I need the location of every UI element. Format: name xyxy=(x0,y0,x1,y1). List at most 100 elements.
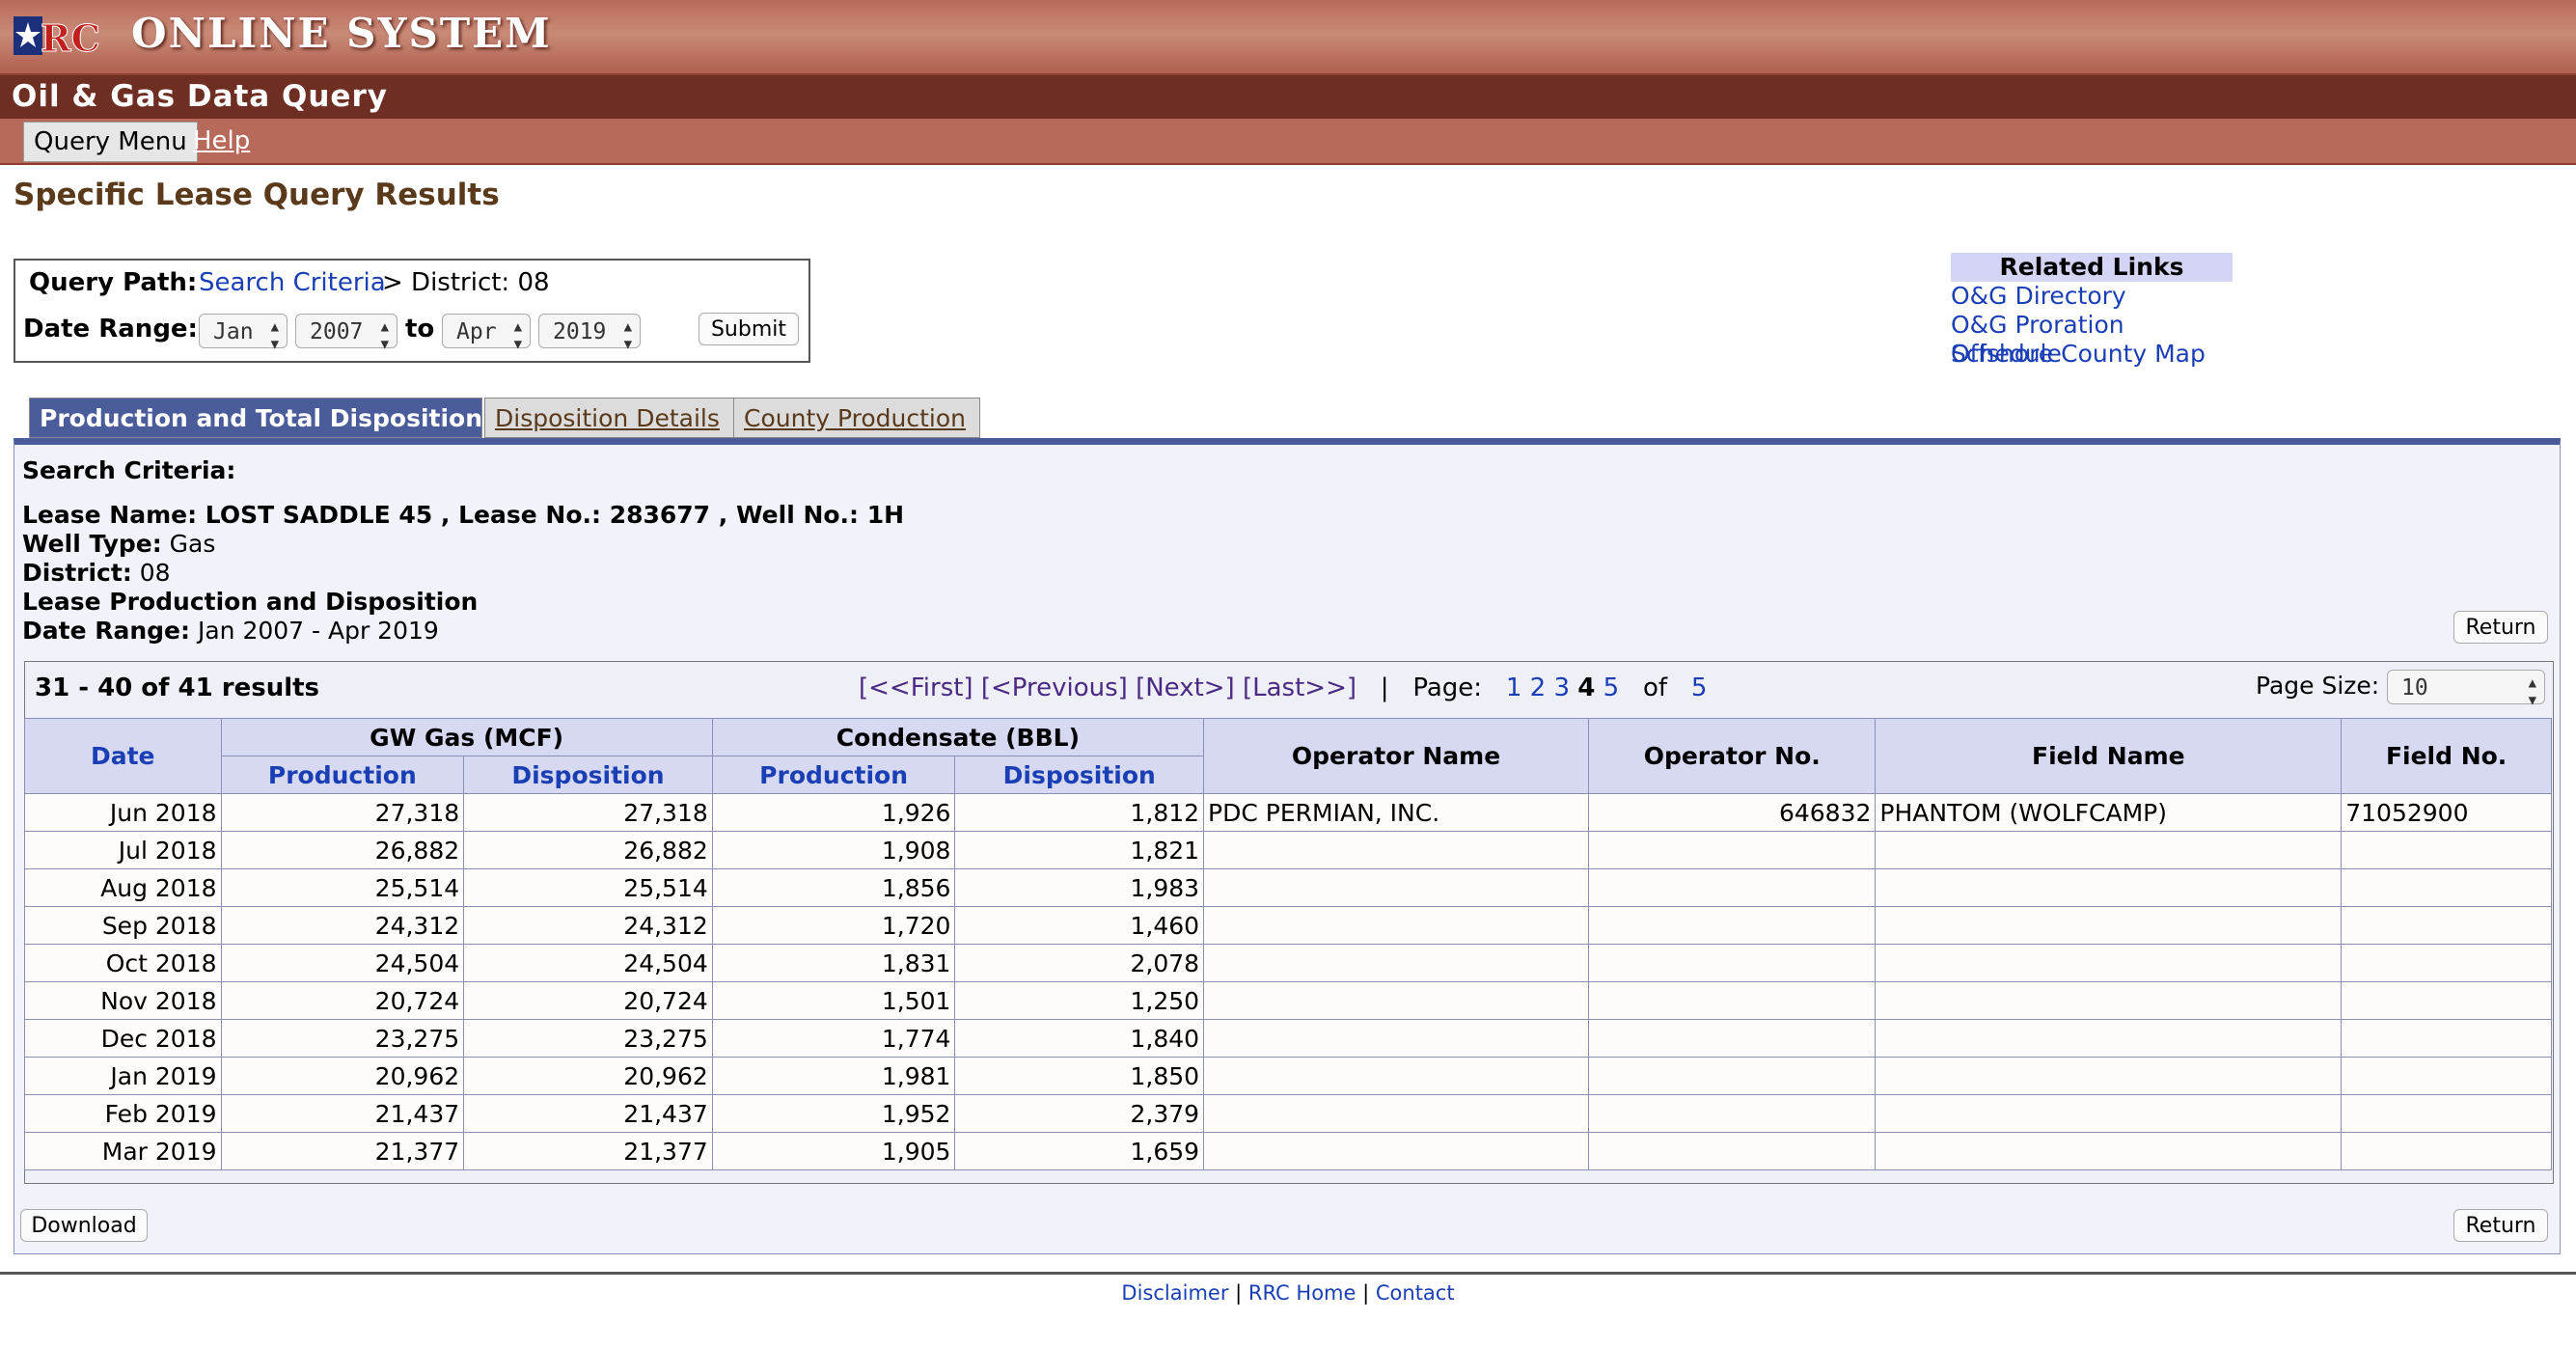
field-name-cell xyxy=(1875,944,2343,982)
disclaimer-link[interactable]: Disclaimer xyxy=(1121,1281,1228,1305)
field-name-cell xyxy=(1875,831,2343,869)
condensate-header: Condensate (BBL) xyxy=(711,718,1205,756)
condensate-production-cell: 1,856 xyxy=(711,868,956,907)
footer-separator: | xyxy=(1235,1281,1243,1305)
field-name-cell xyxy=(1875,906,2343,945)
to-month-select[interactable]: Apr ▲ ▼ xyxy=(442,314,531,352)
condensate-production-cell: 1,501 xyxy=(711,981,956,1020)
date-cell: Sep 2018 xyxy=(24,906,222,945)
condensate-production-cell: 1,774 xyxy=(711,1019,956,1058)
menu-bar: Query Menu Help xyxy=(0,119,2576,165)
condensate-disposition-cell: 1,821 xyxy=(954,831,1205,869)
condensate-disposition-cell: 1,850 xyxy=(954,1057,1205,1095)
og-proration-schedule-link[interactable]: O&G Proration Schedule xyxy=(1951,311,2233,368)
next-page-link[interactable]: [Next>] xyxy=(1136,674,1235,702)
operator-name-cell xyxy=(1203,1019,1590,1058)
previous-page-link[interactable]: [<Previous] xyxy=(981,674,1128,702)
return-button-top[interactable]: Return xyxy=(2453,611,2548,644)
date-range: Date Range: Jan 2007 - Apr 2019 xyxy=(22,617,439,645)
date-cell: Dec 2018 xyxy=(24,1019,222,1058)
tab-production-total-disposition[interactable]: Production and Total Disposition xyxy=(29,398,482,438)
rrc-logo: RC xyxy=(14,16,100,59)
page-size-select[interactable]: 10 ▲ ▼ xyxy=(2387,670,2545,708)
tab-disposition-details[interactable]: Disposition Details xyxy=(484,398,758,438)
operator-name-cell xyxy=(1203,944,1590,982)
table-row: Dec 2018 23,275 23,275 1,774 1,840 xyxy=(24,1019,2552,1058)
pagination: [<<First] [<Previous] [Next>] [Last>>] |… xyxy=(859,674,1707,702)
results-count: 31 - 40 of 41 results xyxy=(35,674,320,702)
operator-name-cell xyxy=(1203,906,1590,945)
from-year-select[interactable]: 2007 ▲ ▼ xyxy=(295,314,397,352)
tab-county-production[interactable]: County Production xyxy=(733,398,980,438)
page-link-5[interactable]: 5 xyxy=(1603,674,1620,702)
gas-disposition-cell: 21,377 xyxy=(463,1132,713,1170)
gas-production-cell: 24,312 xyxy=(220,906,465,945)
page-link-3[interactable]: 3 xyxy=(1553,674,1570,702)
gas-disposition-cell: 26,882 xyxy=(463,831,713,869)
contact-link[interactable]: Contact xyxy=(1376,1281,1455,1305)
condensate-disposition-header[interactable]: Disposition xyxy=(954,756,1205,794)
help-link[interactable]: Help xyxy=(193,122,250,160)
first-page-link[interactable]: [<<First] xyxy=(859,674,973,702)
rrc-home-link[interactable]: RRC Home xyxy=(1248,1281,1357,1305)
page-label: Page: xyxy=(1412,674,1483,702)
og-directory-link[interactable]: O&G Directory xyxy=(1951,282,2233,311)
operator-no-cell xyxy=(1588,981,1877,1020)
query-menu-button[interactable]: Query Menu xyxy=(23,122,198,162)
operator-name-cell xyxy=(1203,1132,1590,1170)
from-month-select[interactable]: Jan ▲ ▼ xyxy=(199,314,288,352)
download-button[interactable]: Download xyxy=(20,1209,148,1242)
updown-arrow-icon: ▲ ▼ xyxy=(513,319,522,352)
offshore-county-map-link[interactable]: Offshore County Map xyxy=(1951,340,2233,369)
page-link-2[interactable]: 2 xyxy=(1530,674,1547,702)
field-no-cell xyxy=(2341,868,2552,907)
operator-name-cell xyxy=(1203,831,1590,869)
gas-production-header[interactable]: Production xyxy=(220,756,465,794)
to-year-select[interactable]: 2019 ▲ ▼ xyxy=(538,314,641,352)
operator-no-cell xyxy=(1588,1094,1877,1133)
app-subtitle: Oil & Gas Data Query xyxy=(12,79,388,114)
condensate-production-cell: 1,905 xyxy=(711,1132,956,1170)
page-link-1[interactable]: 1 xyxy=(1506,674,1522,702)
query-path-label: Query Path: xyxy=(29,268,198,297)
table-row: Nov 2018 20,724 20,724 1,501 1,250 xyxy=(24,981,2552,1020)
field-no-cell xyxy=(2341,906,2552,945)
gas-disposition-cell: 24,312 xyxy=(463,906,713,945)
gas-production-cell: 24,504 xyxy=(220,944,465,982)
updown-arrow-icon: ▲ ▼ xyxy=(270,319,279,352)
submit-button[interactable]: Submit xyxy=(699,313,799,345)
last-page-link[interactable]: [Last>>] xyxy=(1243,674,1357,702)
operator-no-cell xyxy=(1588,1019,1877,1058)
gas-disposition-cell: 21,437 xyxy=(463,1094,713,1133)
operator-name-cell xyxy=(1203,868,1590,907)
field-no-cell: 71052900 xyxy=(2341,793,2552,832)
field-no-cell xyxy=(2341,1057,2552,1095)
field-no-cell xyxy=(2341,944,2552,982)
field-name-cell: PHANTOM (WOLFCAMP) xyxy=(1875,793,2343,832)
total-pages-link[interactable]: 5 xyxy=(1691,674,1708,702)
pager-separator: | xyxy=(1380,674,1389,702)
condensate-disposition-cell: 2,379 xyxy=(954,1094,1205,1133)
table-row: Mar 2019 21,377 21,377 1,905 1,659 xyxy=(24,1132,2552,1170)
field-name-cell xyxy=(1875,1057,2343,1095)
condensate-disposition-cell: 1,460 xyxy=(954,906,1205,945)
date-cell: Jan 2019 xyxy=(24,1057,222,1095)
gas-disposition-header[interactable]: Disposition xyxy=(463,756,713,794)
gas-disposition-cell: 25,514 xyxy=(463,868,713,907)
field-no-header: Field No. xyxy=(2341,718,2552,794)
query-path-district: > District: 08 xyxy=(382,268,550,297)
operator-no-cell xyxy=(1588,868,1877,907)
return-button-bottom[interactable]: Return xyxy=(2453,1209,2548,1242)
date-header[interactable]: Date xyxy=(24,718,222,794)
criteria-heading: Search Criteria: xyxy=(22,456,236,484)
search-criteria-link[interactable]: Search Criteria xyxy=(199,268,386,297)
page-title: Specific Lease Query Results xyxy=(14,178,500,212)
field-name-header: Field Name xyxy=(1875,718,2343,794)
condensate-production-header[interactable]: Production xyxy=(711,756,956,794)
field-no-cell xyxy=(2341,831,2552,869)
related-links: Related Links O&G Directory O&G Proratio… xyxy=(1951,253,2233,369)
field-name-cell xyxy=(1875,1132,2343,1170)
production-heading: Lease Production and Disposition xyxy=(22,588,479,616)
operator-no-cell xyxy=(1588,1132,1877,1170)
condensate-production-cell: 1,981 xyxy=(711,1057,956,1095)
